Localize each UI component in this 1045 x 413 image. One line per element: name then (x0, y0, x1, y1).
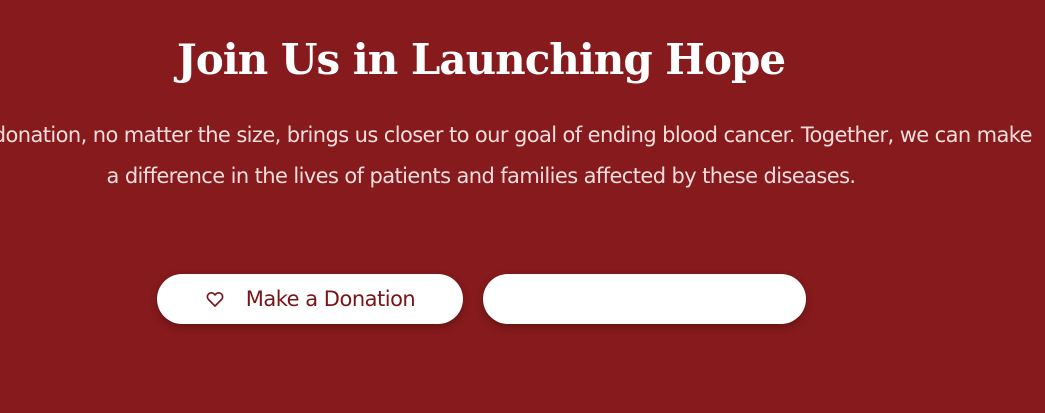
heart-outline-icon (205, 289, 225, 309)
section-description: Every donation, no matter the size, brin… (0, 123, 1033, 188)
section-title: Join Us in Launching Hope (176, 35, 786, 84)
make-donation-button[interactable]: Make a Donation (157, 274, 463, 324)
secondary-button[interactable] (483, 274, 806, 324)
make-donation-label: Make a Donation (245, 287, 416, 311)
cta-section: Join Us in Launching Hope Every donation… (0, 0, 1045, 413)
